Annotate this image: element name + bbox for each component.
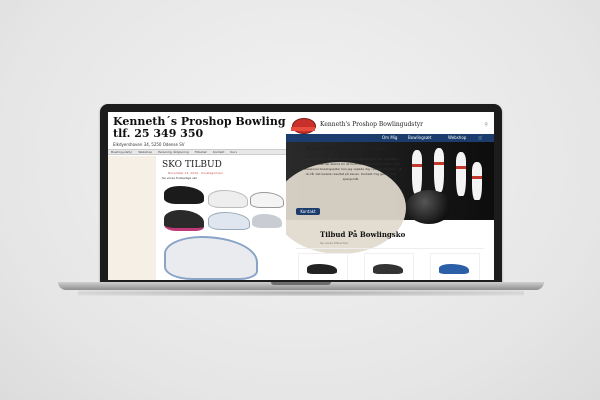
shoe-image — [373, 264, 403, 274]
old-site-post-meta: November 11, 2019 · Uncategorized — [168, 171, 223, 175]
product-card[interactable] — [364, 253, 414, 280]
bowling-pin-image — [456, 152, 466, 196]
shoe-image — [208, 212, 250, 230]
product-card[interactable] — [298, 253, 348, 280]
nav-item-bowlingsaet[interactable]: Bowlingsæt — [408, 135, 431, 140]
shoe-image — [307, 264, 337, 274]
bowling-pin-image — [472, 162, 482, 200]
old-site-nav: Bowlingudstyr Webshop Personlig rådgivni… — [108, 149, 286, 155]
old-site-title-line2: tlf. 25 349 350 — [113, 127, 204, 140]
section-title: Tilbud På Bowlingsko — [320, 230, 406, 239]
cart-icon[interactable]: 🛒 — [478, 135, 483, 140]
search-icon[interactable]: ⚲ — [484, 122, 488, 128]
section-meta: Se vores tilbud her — [320, 241, 349, 245]
old-website-screenshot: Kenneth´s Proshop Bowling tlf. 25 349 35… — [108, 112, 286, 280]
old-nav-item[interactable]: Bowlingudstyr — [111, 150, 132, 154]
old-site-title: Kenneth´s Proshop Bowling tlf. 25 349 35… — [113, 116, 286, 140]
shoe-image — [164, 210, 204, 231]
hero-heading: Beskrivelse Af Hjemmesiden — [306, 146, 387, 152]
nav-item-om-mig[interactable]: Om Mig — [382, 135, 397, 140]
shoe-image — [252, 214, 282, 228]
laptop-lid: Kenneth´s Proshop Bowling tlf. 25 349 35… — [100, 104, 502, 284]
old-nav-item[interactable]: Kontakt — [213, 150, 224, 154]
shoe-image — [208, 190, 248, 208]
laptop-mockup: Kenneth´s Proshop Bowling tlf. 25 349 35… — [58, 104, 544, 296]
new-site-name[interactable]: Kenneth's Proshop Bowlingudstyr — [320, 121, 423, 128]
shoe-image — [164, 186, 204, 204]
laptop-base — [58, 282, 544, 290]
old-nav-item[interactable]: Kurv — [230, 150, 237, 154]
bowling-pin-image — [412, 150, 422, 194]
old-site-address: Elkdyershoven 34, 5250 Odense SV — [113, 142, 185, 147]
product-card[interactable] — [430, 253, 480, 280]
hero-text: Her er findet du et unikt udvalg af bowl… — [300, 157, 402, 181]
laptop-screen: Kenneth´s Proshop Bowling tlf. 25 349 35… — [108, 112, 494, 280]
product-grid — [296, 248, 484, 280]
shoe-image — [250, 192, 284, 208]
contact-button[interactable]: Kontakt — [296, 208, 320, 215]
new-website-screenshot: Kenneth's Proshop Bowlingudstyr ⚲ Om Mig… — [286, 112, 494, 280]
bowling-pin-image — [434, 148, 444, 192]
new-site-nav: Om Mig Bowlingsæt Webshop 🛒 — [286, 134, 494, 142]
old-nav-item[interactable]: Webshop — [138, 150, 152, 154]
shoe-image — [164, 236, 258, 280]
old-nav-item[interactable]: Tilbehør — [195, 150, 207, 154]
bowling-ball-image — [406, 190, 452, 224]
bowling-logo-icon[interactable] — [291, 118, 316, 134]
old-site-intro: Se vores forskellige sko — [162, 176, 198, 180]
old-site-sidebar — [108, 156, 156, 280]
old-site-heading: SKO TILBUD — [162, 160, 222, 170]
shoe-image — [439, 264, 469, 274]
laptop-shadow — [78, 290, 524, 296]
old-nav-item[interactable]: Personlig rådgivning — [158, 150, 189, 154]
nav-item-webshop[interactable]: Webshop — [448, 135, 466, 140]
